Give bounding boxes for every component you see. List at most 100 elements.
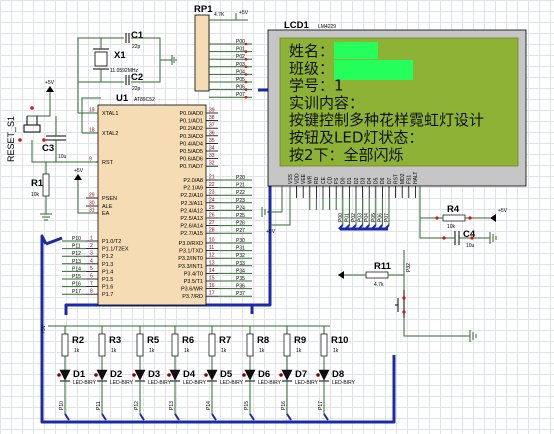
led-d2[interactable]: R3 1k D2LED-BIRY P11 [94,326,134,421]
net-label: P23 [236,198,245,204]
led-net-label: P16 [281,401,287,410]
bus-entry [323,413,329,421]
resistor-r4[interactable]: R4 10k [442,204,466,230]
mcu-pin-number: 6 [90,274,93,280]
r1-value: 10k [31,192,40,198]
mcu-pin-name: P0.2/AD2 [179,126,203,132]
mcu-u1[interactable]: U1 AT89C52 XTAL119XTAL218RST9PSEN29ALE30… [86,93,218,306]
lcd-pin-name: FS1 [407,175,413,184]
vcc-arrow-reset: +5V [45,80,55,92]
mcu-pin-name: P2.3/A11 [181,201,203,207]
mcu-pin-name: ALE [102,204,113,210]
lcd-text-line: 学号：1 [289,77,344,95]
mcu-pin-name: P1.1/T2EX [102,247,129,253]
mcu-pin-name: P3.2/INT0 [178,256,203,262]
led-resistor-ref: R8 [257,335,269,346]
led-net-label: P10 [59,401,65,410]
bus-entry [139,413,145,421]
lcd-data-net: P02 [351,213,357,222]
led-ref: D1 [73,369,86,380]
mcu-pin-name: P3.4/T0 [184,271,203,277]
led-diode-body [206,369,218,381]
mcu-pin-number: 30 [89,201,95,207]
net-label: P14 [72,266,81,272]
p3-net-labels: P30 P31P32 P33P34 P35 P36P37 [218,238,252,297]
led-array: R21kD1LED-BIRYP10R31kD2LED-BIRYP11R51kD3… [57,326,356,421]
r11-value: 4.7k [374,282,384,288]
led-d7[interactable]: R9 1k D7LED-BIRY P16 [279,326,319,421]
vcc-label-1: +5V [45,80,55,86]
led-diode-body [318,369,330,381]
p1-net-labels: P10 P11P12 P13P14 P15 P16P17 [62,236,86,295]
net-label: P15 [72,274,81,280]
net-label: P32 [236,253,245,259]
mcu-pin-name: P1.4 [102,269,113,275]
bus-entry [101,413,107,421]
r11-ref: R11 [374,261,392,272]
mcu-pin-name: P0.4/AD4 [179,141,203,147]
mcu-pin-name: P0.7/AD7 [179,164,203,170]
net-label: P06 [236,85,245,91]
reset-label: RESET_S1 [6,116,16,162]
mcu-pin-name: XTAL1 [102,111,118,117]
mcu-pin-name: P3.5/T1 [184,279,203,285]
mcu-pin-number: 39 [209,108,215,114]
led-resistor-value: 1k [259,348,265,354]
led-d3[interactable]: R5 1k D3LED-BIRY P12 [132,326,172,421]
resistor-r1[interactable]: R1 10k [31,173,50,198]
capacitor-c1[interactable]: C1 22p [125,30,144,50]
mcu-pin-number: 8 [90,289,93,295]
led-resistor-ref: R2 [72,335,84,346]
mcu-pin-name: P2.2/A10 [180,193,203,199]
mcu-pin-number: 32 [209,161,215,167]
mcu-pin-number: 11 [209,245,214,251]
lcd-pin-name: MD2 [400,173,406,184]
reset-button[interactable]: RESET_S1 [6,106,46,162]
led-resistor [246,333,254,357]
lcd-text-line: 按2下：全部闪烁 [289,146,404,164]
key-switch[interactable] [395,290,406,318]
lcd-pin-name: D0 [341,177,347,184]
led-d1[interactable]: R2 1k D1LED-BIRY P10 [57,326,97,421]
led-resistor [208,333,216,357]
led-d5[interactable]: R7 1k D5LED-BIRY P14 [204,326,244,421]
net-junction [244,80,248,84]
lcd-redaction-1 [334,42,378,59]
lcd-pin-name: VEE [301,173,307,184]
led-d4[interactable]: R6 1k D4LED-BIRY P13 [167,326,207,421]
led-ref: D5 [220,369,233,380]
lcd-pins: VSS VDD VEE WR RD CE CD FS D0 P00 D1 P01 D2 P02 D3 P03 D… [288,172,419,231]
net-label: P36 [236,284,245,290]
mcu-pin-name: P1.5 [102,277,113,283]
mcu-pin-name: P1.0/T2 [102,239,121,245]
lcd-pin-name: D7 [387,177,393,184]
mcu-pin-name: P3.3/INT1 [178,264,203,270]
lcd-data-net: P05 [371,213,377,222]
lcd-data-net: P00 [338,213,344,222]
led-diode-body [244,369,256,381]
led-glow [242,373,246,377]
lcd-text-line: 实训内容： [289,94,364,112]
resistor-r11[interactable]: R11 4.7k [365,261,392,288]
net-label: P00 [236,39,245,45]
led-resistor-ref: R6 [182,335,194,346]
rp1-ref: RP1 [194,4,213,15]
led-diode-body [281,369,293,381]
led-d8[interactable]: R10 1k D8LED-BIRY P17 [316,326,356,421]
lcd-pin-name: CE [321,176,327,184]
led-d6[interactable]: R8 1k D6LED-BIRY P15 [242,326,282,421]
lcd-module[interactable]: LCD1 LM4229 姓名：班级：学号：1实训内容：按键控制多种花样霓虹灯设计… [267,20,527,231]
led-glow [57,373,61,377]
svg-text:+5V: +5V [74,168,84,174]
p2-net-labels: P20 P21P22 P23P24 P25 P26P27 [218,175,252,234]
net-junction [244,95,248,99]
net-label: P25 [236,213,245,219]
led-glow [204,373,208,377]
c2-ref: C2 [131,72,143,83]
mcu-pin-name: P3.0/RXD [179,241,203,247]
crystal-x1[interactable]: X1 11.0592MHz [93,48,138,74]
lcd-part: LM4229 [318,24,336,30]
vcc-arrow-ea: +5V [74,168,84,180]
led-resistor-ref: R10 [331,335,348,346]
lcd-pin-name: D5 [374,177,380,184]
